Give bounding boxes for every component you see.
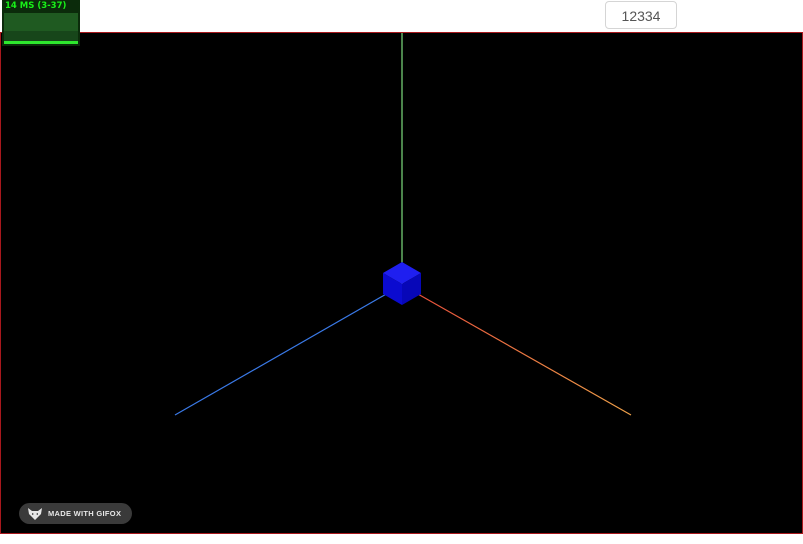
page: 12334 14 MS (3-37) MADE WITH GIFOX xyxy=(0,0,803,544)
fox-icon xyxy=(28,507,42,520)
scene-canvas[interactable] xyxy=(1,33,802,533)
stats-graph xyxy=(4,13,78,44)
watermark-text: MADE WITH GIFOX xyxy=(48,509,122,518)
z-axis-line xyxy=(174,284,403,416)
stats-graph-band xyxy=(4,13,78,31)
counter-display[interactable]: 12334 xyxy=(605,1,677,29)
stats-label: 14 MS (3-37) xyxy=(5,1,67,11)
gifox-watermark: MADE WITH GIFOX xyxy=(19,503,132,524)
stats-panel[interactable]: 14 MS (3-37) xyxy=(2,0,80,46)
3d-viewport[interactable] xyxy=(0,32,803,534)
stats-graph-line xyxy=(4,41,78,44)
top-toolbar: 12334 xyxy=(0,0,803,32)
cube[interactable] xyxy=(383,262,421,305)
x-axis-line xyxy=(401,284,632,416)
